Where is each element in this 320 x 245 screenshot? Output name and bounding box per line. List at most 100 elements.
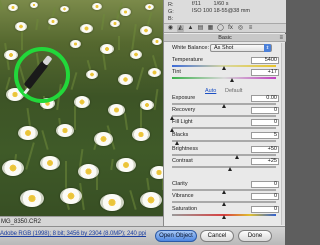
daisy-flower — [56, 124, 74, 137]
daisy-flower — [152, 38, 162, 45]
daisy-flower — [30, 2, 38, 8]
daisy-flower — [140, 26, 152, 35]
filename-label: MG_8350.CR2 — [1, 219, 42, 225]
shutter-value: 1/60 s — [213, 1, 229, 7]
saturation-value-field[interactable]: 0 — [251, 206, 279, 213]
grass-blade — [0, 0, 4, 11]
exposure-value-field[interactable]: 0.00 — [251, 95, 279, 102]
blacks-slider-track[interactable] — [172, 140, 276, 142]
split-toning-tab-icon[interactable]: ▦ — [207, 25, 214, 32]
chevron-updown-icon: ⇕ — [264, 44, 271, 52]
white-balance-select[interactable]: As Shot ⇕ — [210, 44, 272, 52]
default-link[interactable]: Default — [225, 88, 242, 94]
bottom-toolbar: Adobe RGB (1998); 8 bit; 3456 by 2304 (8… — [0, 226, 285, 245]
saturation-label: Saturation — [172, 206, 198, 212]
grass-blade — [35, 18, 39, 31]
grass-blade — [86, 59, 92, 71]
daisy-flower — [110, 20, 120, 27]
daisy-flower — [20, 190, 44, 207]
fill-light-slider-track[interactable] — [172, 127, 276, 129]
detail-tab-icon[interactable]: ▲ — [187, 25, 194, 32]
tint-slider-track[interactable] — [172, 77, 276, 79]
presets-tab-icon[interactable]: ≡ — [247, 25, 254, 32]
grass-blade — [146, 177, 150, 191]
temperature-slider-thumb[interactable] — [221, 66, 226, 70]
done-button[interactable]: Done — [238, 230, 272, 242]
hsl-tab-icon[interactable]: ▤ — [197, 25, 204, 32]
brightness-slider-thumb[interactable] — [234, 155, 239, 159]
workflow-options-link[interactable]: Adobe RGB (1998); 8 bit; 3456 by 2304 (8… — [0, 231, 146, 237]
tint-label: Tint — [172, 69, 181, 75]
daisy-flower — [40, 156, 60, 170]
saturation-slider-thumb[interactable] — [221, 215, 226, 219]
exposure-label: Exposure — [172, 95, 196, 101]
contrast-value-field[interactable]: +25 — [251, 158, 279, 165]
blacks-value-field[interactable]: 5 — [251, 132, 279, 139]
exposure-slider-thumb[interactable] — [221, 104, 226, 108]
daisy-flower — [74, 96, 90, 108]
fill-light-value-field[interactable]: 0 — [251, 119, 279, 126]
daisy-flower — [15, 22, 27, 31]
recovery-label: Recovery — [172, 107, 196, 113]
daisy-flower — [8, 4, 18, 11]
daisy-flower — [60, 188, 82, 204]
cancel-button[interactable]: Cancel — [200, 230, 234, 242]
aperture-value: f/11 — [192, 1, 201, 7]
lens-tab-icon[interactable]: ◯ — [217, 25, 224, 32]
filename-bar: MG_8350.CR2 — [0, 216, 163, 226]
daisy-flower — [100, 194, 124, 211]
brightness-label: Brightness — [172, 146, 198, 152]
tint-value-field[interactable]: +17 — [251, 69, 279, 76]
image-preview[interactable] — [0, 0, 163, 216]
contrast-slider-track[interactable] — [172, 166, 276, 168]
tone-curve-tab-icon[interactable]: ◭ — [177, 24, 184, 32]
blacks-slider-thumb[interactable] — [174, 141, 179, 145]
g-label: G: — [168, 9, 174, 15]
daisy-flower — [116, 158, 136, 172]
r-label: R: — [168, 2, 174, 8]
b-label: B: — [168, 16, 174, 22]
daisy-flower — [70, 40, 81, 48]
blacks-label: Blacks — [172, 132, 189, 138]
iso-value: ISO 100 — [192, 8, 213, 14]
recovery-slider-track[interactable] — [172, 115, 276, 117]
vibrance-slider-thumb[interactable] — [221, 202, 226, 206]
grass-blade — [25, 142, 35, 170]
section-title-bar: Basic ≡ — [164, 34, 286, 42]
brightness-value-field[interactable]: +50 — [251, 146, 279, 153]
basic-tab-icon[interactable]: ◉ — [167, 25, 174, 32]
daisy-flower — [130, 50, 142, 59]
contrast-label: Contrast — [172, 158, 193, 164]
daisy-flower — [94, 132, 113, 146]
effects-tab-icon[interactable]: fx — [227, 25, 234, 32]
camera-calibration-tab-icon[interactable]: ◎ — [237, 25, 244, 32]
daisy-flower — [140, 100, 154, 110]
daisy-flower — [18, 126, 38, 140]
grass-blade — [65, 161, 67, 190]
auto-link[interactable]: Auto — [205, 88, 216, 94]
grass-blade — [153, 88, 159, 111]
clarity-value-field[interactable]: 0 — [251, 181, 279, 188]
daisy-flower — [145, 4, 154, 10]
open-object-button[interactable]: Open Object — [155, 230, 197, 242]
contrast-slider-thumb[interactable] — [227, 167, 232, 171]
panel-tab-bar: ◉ ◭ ▲ ▤ ▦ ◯ fx ◎ ≡ — [164, 24, 286, 33]
brightness-slider-track[interactable] — [172, 154, 276, 156]
daisy-flower — [92, 3, 102, 10]
vibrance-value-field[interactable]: 0 — [251, 193, 279, 200]
grass-blade — [70, 72, 78, 90]
tint-slider-thumb[interactable] — [229, 78, 234, 82]
recovery-value-field[interactable]: 0 — [251, 107, 279, 114]
temperature-label: Temperature — [172, 57, 203, 63]
daisy-flower — [48, 18, 58, 25]
vibrance-label: Vibrance — [172, 193, 194, 199]
panel-menu-icon[interactable]: ≡ — [279, 34, 283, 42]
daisy-flower — [140, 192, 162, 208]
clarity-slider-thumb[interactable] — [221, 190, 226, 194]
daisy-flower — [118, 74, 133, 85]
grass-blade — [123, 112, 129, 131]
temperature-value-field[interactable]: 5400 — [251, 57, 279, 64]
panel-scrollbar[interactable] — [281, 43, 285, 225]
daisy-flower — [60, 6, 69, 12]
white-balance-value: As Shot — [214, 45, 234, 51]
